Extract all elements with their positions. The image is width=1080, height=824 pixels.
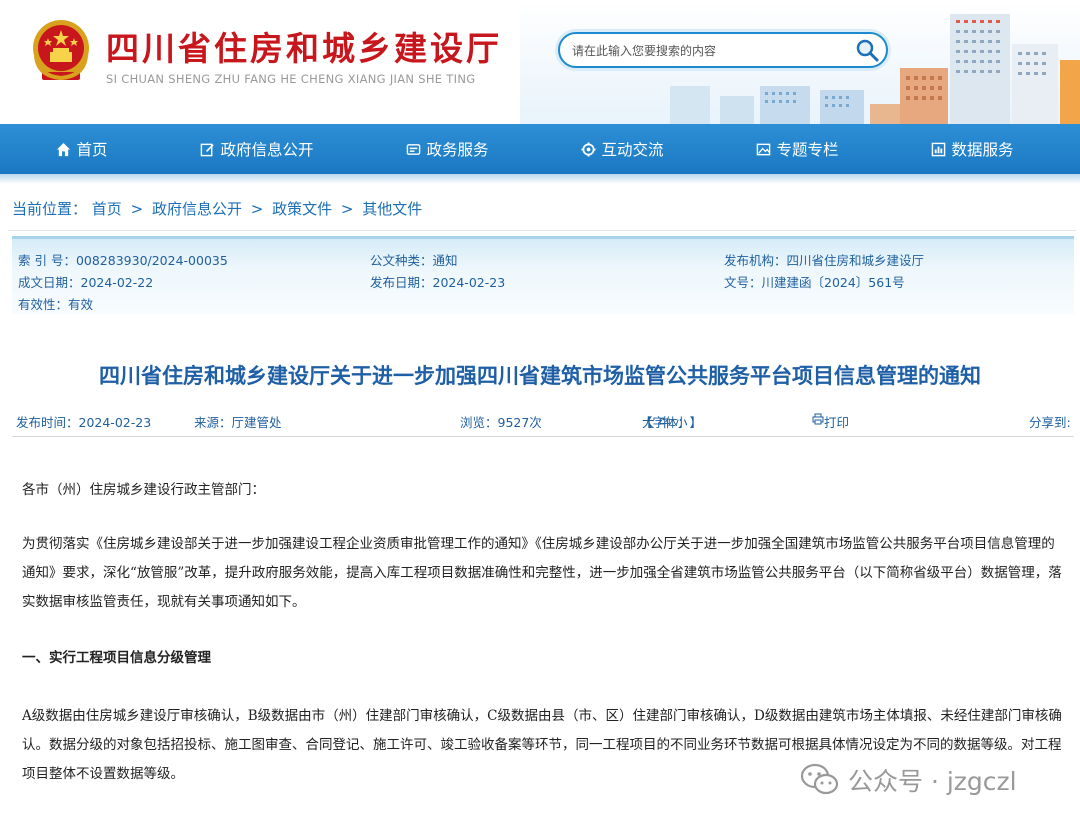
nav-item-label: 互动交流 — [601, 141, 664, 159]
breadcrumb-separator: > — [340, 200, 354, 218]
breadcrumb-gov-info[interactable]: 政府信息公开 — [152, 200, 242, 218]
breadcrumb-other[interactable]: 其他文件 — [362, 200, 422, 218]
breadcrumb-separator: > — [130, 200, 144, 218]
site-header: 四川省住房和城乡建设厅 SI CHUAN SHENG ZHU FANG HE C… — [0, 0, 1080, 124]
breadcrumb-separator: > — [250, 200, 264, 218]
search-input[interactable] — [572, 41, 852, 61]
search-icon[interactable] — [854, 37, 880, 63]
document-meta: 索 引 号：008283930/2024-00035 公文种类：通知 发布机构：… — [12, 236, 1074, 314]
share-label[interactable]: 分享到: — [1029, 412, 1071, 431]
meta-doc-no: 文号：川建建函〔2024〕561号 — [724, 275, 905, 290]
nav-item-home[interactable]: 首页 — [56, 138, 108, 160]
article-title: 四川省住房和城乡建设厅关于进一步加强四川省建筑市场监管公共服务平台项目信息管理的… — [99, 364, 981, 388]
divider — [12, 436, 1074, 437]
breadcrumb-prefix: 当前位置： — [12, 200, 88, 218]
nav-item-interaction[interactable]: 互动交流 — [581, 138, 664, 160]
site-title: 四川省住房和城乡建设厅 — [106, 29, 502, 68]
image-icon — [757, 143, 771, 155]
meta-published: 发布日期：2024-02-23 — [370, 275, 506, 290]
salutation: 各市（州）住房城乡建设行政主管部门： — [22, 482, 265, 498]
nav-item-label: 首页 — [76, 141, 108, 159]
nav-item-topics[interactable]: 专题专栏 — [756, 138, 839, 160]
breadcrumb-home[interactable]: 首页 — [92, 200, 122, 218]
font-size-control: 【字体：大中小】 — [640, 412, 702, 431]
meta-validity: 有效性：有效 — [18, 297, 94, 312]
nav-item-label: 数据服务 — [951, 141, 1014, 159]
main-nav: 首页 政府信息公开 政务服务 互动交流 专题专栏 数据服务 — [0, 124, 1080, 174]
meta-index-no: 索 引 号：008283930/2024-00035 — [18, 253, 228, 268]
paragraph-1: 为贯彻落实《住房城乡建设部关于进一步加强建设工程企业资质审批管理工作的通知》《住… — [22, 536, 1062, 610]
nav-shadow — [0, 174, 1080, 184]
print-label: 打印 — [824, 415, 850, 430]
nav-item-label: 政务服务 — [426, 141, 489, 159]
meta-category: 公文种类：通知 — [370, 253, 458, 268]
print-button[interactable]: 打印 — [812, 412, 849, 430]
home-icon — [57, 142, 71, 156]
meta-created: 成文日期：2024-02-22 — [18, 275, 154, 290]
source: 来源：厅建管处 — [194, 415, 282, 430]
printer-icon — [812, 413, 824, 425]
nav-item-label: 政府信息公开 — [220, 141, 314, 159]
national-emblem-icon — [33, 20, 89, 81]
interaction-icon — [581, 141, 597, 157]
watermark-text: 公众号 · jzgczl — [848, 767, 1017, 796]
site-subtitle: SI CHUAN SHENG ZHU FANG HE CHENG XIANG J… — [106, 72, 476, 86]
search-box — [558, 32, 888, 68]
wechat-icon — [800, 763, 839, 795]
edit-icon — [201, 143, 215, 156]
nav-item-services[interactable]: 政务服务 — [406, 138, 489, 160]
nav-item-label: 专题专栏 — [776, 141, 839, 159]
meta-publisher: 发布机构：四川省住房和城乡建设厅 — [724, 253, 925, 268]
breadcrumb: 当前位置： 首页 > 政府信息公开 > 政策文件 > 其他文件 — [12, 198, 422, 219]
section-heading-1: 一、实行工程项目信息分级管理 — [22, 650, 211, 666]
nav-item-gov-info[interactable]: 政府信息公开 — [200, 138, 314, 160]
font-size-suffix: 】 — [689, 415, 703, 430]
service-icon — [407, 143, 421, 155]
nav-item-data[interactable]: 数据服务 — [931, 138, 1014, 160]
article-info-bar: 发布时间：2024-02-23 来源：厅建管处 浏览：9527次 【字体：大中小… — [12, 412, 1074, 434]
font-size-prefix: 【字体： — [640, 415, 691, 430]
chart-icon — [932, 142, 946, 156]
breadcrumb-policy[interactable]: 政策文件 — [272, 200, 332, 218]
view-count: 浏览：9527次 — [460, 415, 542, 430]
wechat-watermark: 公众号 · jzgczl — [800, 762, 1017, 798]
divider — [8, 230, 1076, 231]
pub-time: 发布时间：2024-02-23 — [16, 415, 152, 430]
